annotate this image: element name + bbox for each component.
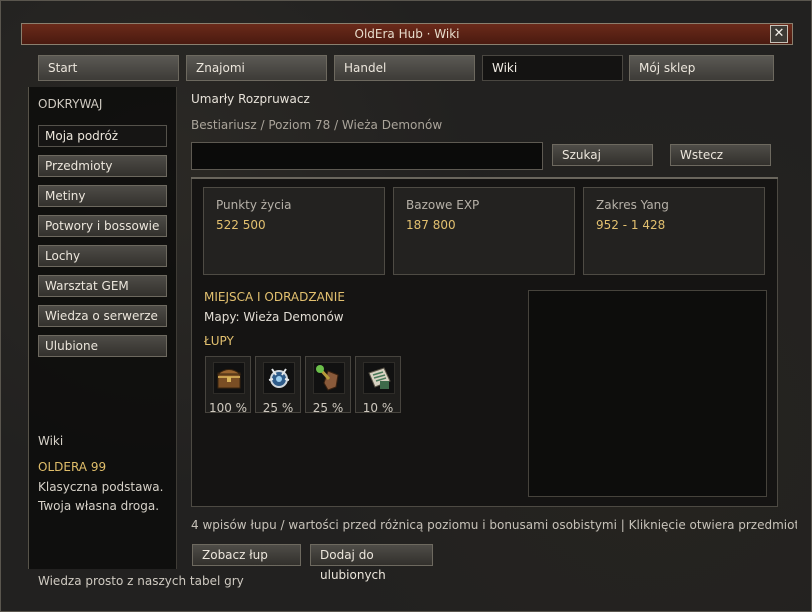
tab-handel[interactable]: Handel [334, 55, 475, 81]
top-tabs: Start Znajomi Handel Wiki Mój sklep [38, 55, 778, 81]
maps-line: Mapy: Wieża Demonów [204, 310, 344, 324]
close-icon: ✕ [773, 26, 785, 41]
drop-chance: 100 % [208, 401, 248, 415]
sidebar-footer-line1: Klasyczna podstawa. [38, 480, 164, 494]
sidebar-item-label: Ulubione [45, 339, 99, 353]
back-button-label: Wstecz [680, 148, 724, 162]
spiked-gem-icon [263, 362, 295, 394]
sidebar-item-label: Wiedza o serwerze [45, 309, 158, 323]
stat-card-yang: Zakres Yang 952 - 1 428 [583, 187, 765, 275]
status-bar: Wiedza prosto z naszych tabel gry [38, 574, 244, 588]
stat-label: Punkty życia [216, 198, 292, 212]
window-title: OldEra Hub · Wiki [354, 27, 460, 41]
scroll-book-icon [363, 362, 395, 394]
tab-moj-sklep[interactable]: Mój sklep [629, 55, 774, 81]
sidebar-item-przedmioty[interactable]: Przedmioty [38, 155, 167, 177]
search-button-label: Szukaj [562, 148, 601, 162]
add-favorite-button[interactable]: Dodaj do ulubionych [310, 544, 433, 582]
tab-label: Wiki [492, 61, 518, 75]
sidebar-item-label: Warsztat GEM [45, 279, 129, 293]
stat-label: Bazowe EXP [406, 198, 480, 212]
sidebar-item-lochy[interactable]: Lochy [38, 245, 167, 267]
sidebar-item-potwory[interactable]: Potwory i bossowie [38, 215, 167, 237]
sidebar-item-warsztat-gem[interactable]: Warsztat GEM [38, 275, 167, 297]
drop-item[interactable]: 10 % [355, 356, 401, 415]
sidebar-item-ulubione[interactable]: Ulubione [38, 335, 167, 357]
item-preview-area [528, 290, 767, 497]
close-button[interactable]: ✕ [770, 25, 788, 43]
stat-value: 952 - 1 428 [596, 218, 666, 232]
tab-start[interactable]: Start [38, 55, 179, 81]
sidebar-heading: ODKRYWAJ [38, 97, 103, 111]
view-loot-label: Zobacz łup [202, 548, 268, 562]
drop-chance: 25 % [262, 401, 294, 415]
tab-label: Mój sklep [639, 61, 696, 75]
tab-wiki[interactable]: Wiki [482, 55, 623, 81]
search-button[interactable]: Szukaj [552, 144, 653, 166]
sidebar-item-label: Moja podróż [45, 129, 119, 143]
add-favorite-label: Dodaj do ulubionych [320, 548, 386, 582]
sidebar-item-wiedza[interactable]: Wiedza o serwerze [38, 305, 167, 327]
drop-chance: 25 % [312, 401, 344, 415]
sidebar-footer-brand: OLDERA 99 [38, 460, 107, 474]
stat-label: Zakres Yang [596, 198, 669, 212]
sidebar-item-metiny[interactable]: Metiny [38, 185, 167, 207]
drop-item[interactable]: 25 % [305, 356, 351, 415]
view-loot-button[interactable]: Zobacz łup [192, 544, 301, 566]
stat-card-hp: Punkty życia 522 500 [203, 187, 385, 275]
sidebar-item-label: Lochy [45, 249, 81, 263]
drops-heading: ŁUPY [204, 334, 234, 348]
loot-footnote: 4 wpisów łupu / wartości przed różnicą p… [191, 518, 797, 532]
tab-label: Start [48, 61, 78, 75]
title-bar: OldEra Hub · Wiki [21, 23, 793, 45]
sidebar-footer-line2: Twoja własna droga. [38, 499, 160, 513]
stat-value: 522 500 [216, 218, 266, 232]
sidebar-item-moja-podroz[interactable]: Moja podróż [38, 125, 167, 147]
page-title: Umarły Rozpruwacz [191, 92, 310, 106]
drop-chance: 10 % [362, 401, 394, 415]
torch-shield-icon [313, 362, 345, 394]
tab-label: Znajomi [196, 61, 245, 75]
spawn-heading: MIEJSCA I ODRADZANIE [204, 290, 345, 304]
panel-divider [191, 177, 778, 179]
treasure-chest-icon [213, 362, 245, 394]
back-button[interactable]: Wstecz [670, 144, 771, 166]
tab-label: Handel [344, 61, 387, 75]
drop-item[interactable]: 25 % [255, 356, 301, 415]
sidebar-footer-section: Wiki [38, 434, 64, 448]
stat-card-exp: Bazowe EXP 187 800 [393, 187, 575, 275]
sidebar-item-label: Metiny [45, 189, 86, 203]
breadcrumb: Bestiariusz / Poziom 78 / Wieża Demonów [191, 118, 443, 132]
drop-item[interactable]: 100 % [205, 356, 251, 415]
sidebar-item-label: Przedmioty [45, 159, 113, 173]
sidebar: ODKRYWAJ Moja podróż Przedmioty Metiny P… [28, 87, 177, 569]
stat-value: 187 800 [406, 218, 456, 232]
app-window: OldEra Hub · Wiki ✕ Start Znajomi Handel… [0, 0, 812, 612]
tab-znajomi[interactable]: Znajomi [186, 55, 327, 81]
sidebar-item-label: Potwory i bossowie [45, 219, 160, 233]
search-input[interactable] [191, 142, 543, 170]
